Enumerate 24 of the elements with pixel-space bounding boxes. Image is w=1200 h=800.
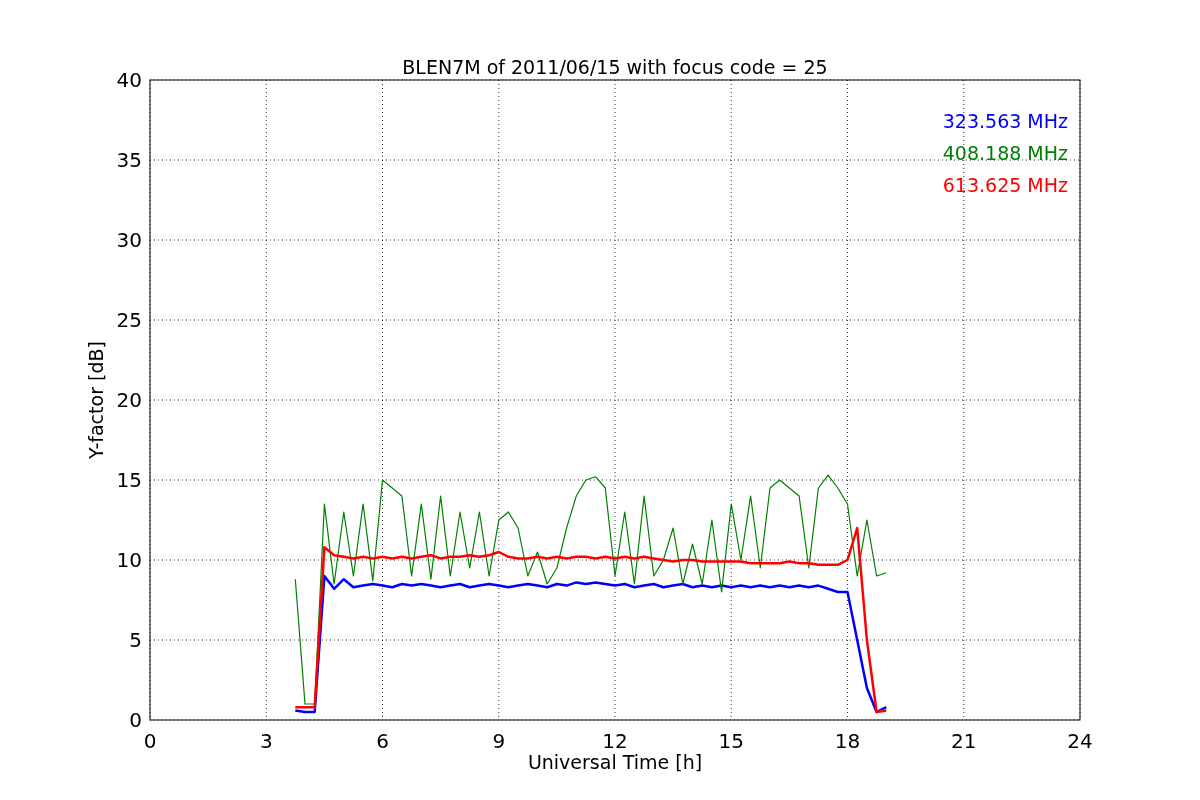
y-tick-label: 0 — [129, 708, 142, 732]
legend-label: 613.625 MHz — [942, 174, 1068, 196]
y-tick-label: 30 — [116, 228, 142, 252]
y-tick-label: 10 — [116, 548, 142, 572]
x-tick-label: 3 — [259, 729, 273, 753]
x-tick-label: 21 — [951, 729, 977, 753]
y-axis-label: Y-factor [dB] — [85, 341, 107, 459]
x-axis-label: Universal Time [h] — [527, 751, 703, 773]
legend-label: 408.188 MHz — [942, 142, 1068, 164]
x-tick-label: 6 — [376, 729, 389, 753]
y-tick-label: 25 — [116, 308, 142, 332]
x-tick-label: 15 — [718, 729, 744, 753]
x-tick-label: 12 — [602, 729, 628, 753]
x-tick-label: 9 — [492, 729, 506, 753]
y-tick-label: 20 — [116, 388, 142, 412]
x-tick-label: 24 — [1067, 729, 1093, 753]
y-tick-label: 5 — [129, 628, 142, 652]
x-tick-label: 0 — [143, 729, 157, 753]
y-tick-label: 40 — [116, 68, 142, 92]
y-tick-label: 15 — [116, 468, 142, 492]
chart-title: BLEN7M of 2011/06/15 with focus code = 25 — [402, 56, 828, 78]
legend-label: 323.563 MHz — [942, 110, 1068, 132]
y-tick-label: 35 — [116, 148, 142, 172]
x-tick-label: 18 — [834, 729, 861, 753]
